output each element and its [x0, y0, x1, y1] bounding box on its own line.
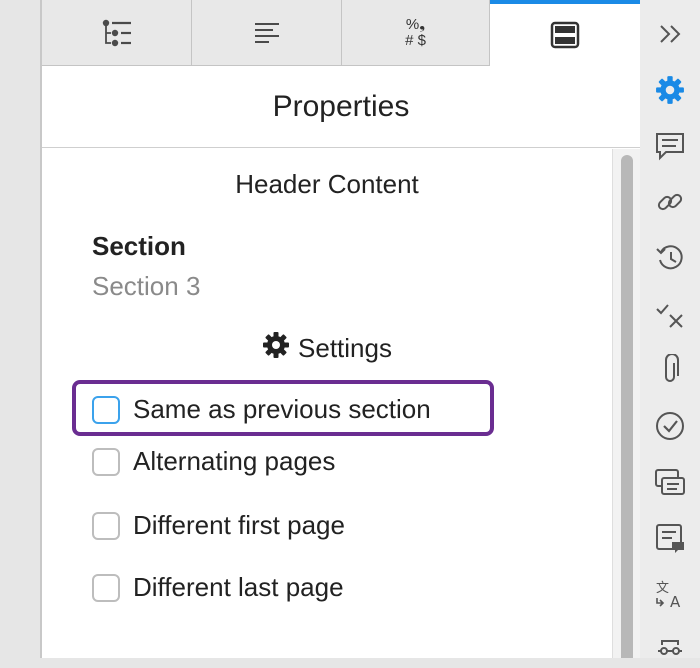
different-last-page-checkbox[interactable]: [92, 573, 120, 602]
same-as-previous-checkbox[interactable]: [92, 395, 120, 424]
tab-number-format[interactable]: %❟ # $: [342, 0, 490, 66]
header-layout-icon: [550, 21, 580, 49]
list-tree-icon: [101, 18, 133, 48]
scrollbar-thumb[interactable]: [621, 155, 633, 658]
settings-label: Settings: [298, 333, 392, 363]
attachment-icon[interactable]: [652, 352, 688, 388]
properties-panel: %❟ # $ Properties Header Content Section…: [40, 0, 640, 658]
collapse-chevrons-icon[interactable]: [652, 16, 688, 52]
option-label: Alternating pages: [133, 446, 336, 476]
tab-list[interactable]: [42, 0, 192, 66]
svg-text:A: A: [670, 593, 681, 610]
option-different-first-page[interactable]: Different first page: [92, 510, 345, 541]
option-alternating-pages[interactable]: Alternating pages: [92, 446, 335, 477]
cross-reference-icon[interactable]: [652, 464, 688, 500]
comment-icon[interactable]: [652, 128, 688, 164]
tab-header-layout[interactable]: [490, 0, 640, 66]
track-changes-icon[interactable]: [652, 296, 688, 332]
scrollbar[interactable]: [612, 149, 640, 658]
paragraph-align-icon: [253, 21, 281, 45]
option-label: Different first page: [133, 510, 345, 540]
option-same-as-previous[interactable]: Same as previous section: [92, 394, 431, 425]
translate-icon[interactable]: 文A: [652, 576, 688, 612]
section-label: Section: [92, 231, 186, 261]
number-format-glyph-top: %❟: [405, 15, 426, 33]
more-icon[interactable]: [652, 632, 688, 668]
option-label: Same as previous section: [133, 394, 431, 424]
option-different-last-page[interactable]: Different last page: [92, 572, 344, 603]
panel-tabs: %❟ # $: [42, 0, 640, 66]
checkmark-circle-icon[interactable]: [652, 408, 688, 444]
history-icon[interactable]: [652, 240, 688, 276]
number-format-icon: %❟ # $: [405, 15, 426, 49]
right-toolbar: 文A: [640, 0, 700, 658]
panel-title: Properties: [42, 66, 640, 148]
link-icon[interactable]: [652, 184, 688, 220]
panel-content: Header Content Section Section 3 Setting…: [42, 149, 612, 658]
settings-gear-icon[interactable]: [652, 72, 688, 108]
number-format-glyph-bottom: # $: [405, 31, 426, 49]
settings-heading: Settings: [42, 331, 612, 366]
note-icon[interactable]: [652, 520, 688, 556]
tab-paragraph[interactable]: [192, 0, 342, 66]
header-content-heading: Header Content: [235, 169, 419, 199]
settings-gear-icon: [262, 331, 298, 366]
section-value: Section 3: [92, 271, 201, 301]
different-first-page-checkbox[interactable]: [92, 511, 120, 540]
alternating-pages-checkbox[interactable]: [92, 447, 120, 476]
option-label: Different last page: [133, 572, 344, 602]
svg-text:文: 文: [656, 581, 669, 596]
